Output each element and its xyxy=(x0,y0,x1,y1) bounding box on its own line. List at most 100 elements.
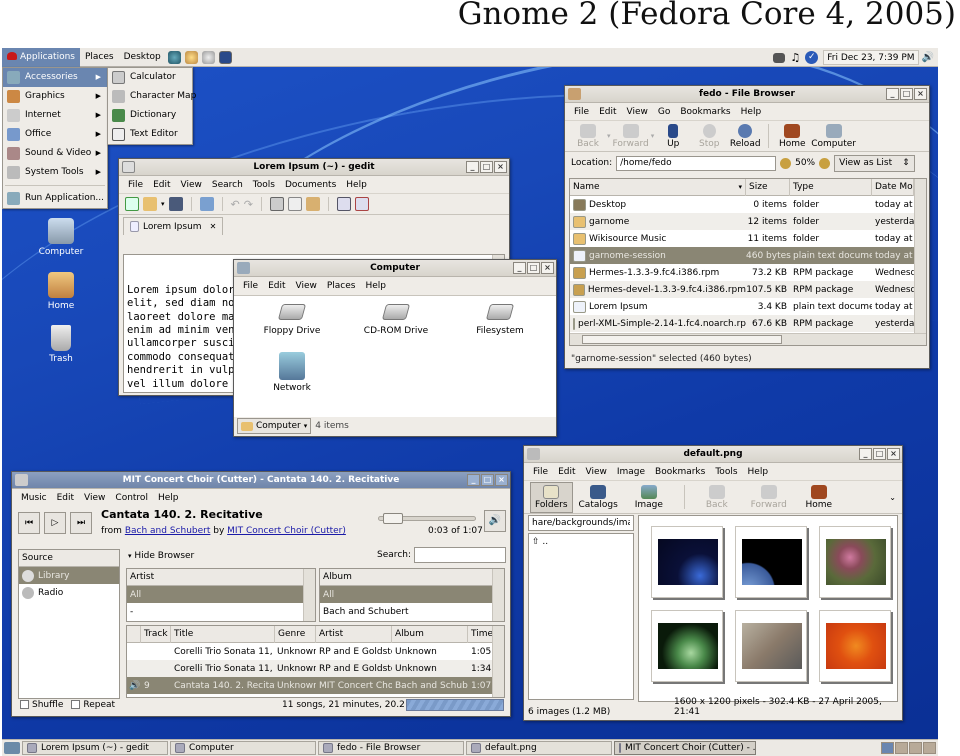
artist-item-all[interactable]: All xyxy=(127,586,315,603)
column-size[interactable]: Size xyxy=(746,179,790,196)
position-slider[interactable] xyxy=(378,513,476,524)
minimize-button[interactable]: _ xyxy=(467,474,480,486)
artist-item[interactable]: - xyxy=(127,603,315,620)
workspace-3[interactable] xyxy=(909,742,922,754)
minimize-button[interactable]: _ xyxy=(859,448,872,460)
menu-file[interactable]: File xyxy=(528,467,553,477)
computer-titlebar[interactable]: Computer _ □ × xyxy=(234,260,556,277)
column-date[interactable]: Date Modifi xyxy=(872,179,914,196)
print-icon[interactable] xyxy=(199,197,214,211)
file-row[interactable]: Hermes-devel-1.3.3-9.fc4.i386.rpm 107.5 K… xyxy=(570,281,926,298)
file-row[interactable]: Wikisource Music 11 items folder today at 6… xyxy=(570,230,926,247)
volume-button[interactable]: 🔊 xyxy=(484,510,506,532)
maximize-button[interactable]: □ xyxy=(527,262,540,274)
file-row[interactable]: Hermes-1.3.3-9.fc4.i386.rpm 73.2 KB RPM pa… xyxy=(570,264,926,281)
home-button[interactable]: Home xyxy=(799,484,839,510)
thumbnail-green-leaves[interactable] xyxy=(651,610,723,682)
thumbnail-pink-flowers[interactable] xyxy=(819,526,891,598)
artist-header[interactable]: Artist xyxy=(127,569,315,586)
minimize-button[interactable]: _ xyxy=(886,88,899,100)
back-button[interactable]: Back xyxy=(695,484,739,510)
menu-help[interactable]: Help xyxy=(153,493,184,503)
workspace-1[interactable] xyxy=(881,742,894,754)
track-row[interactable]: Corelli Trio Sonata 11, m2UnknownRP and … xyxy=(127,660,504,677)
thumbnail-space-blue[interactable] xyxy=(651,526,723,598)
source-library[interactable]: Library xyxy=(19,567,119,584)
menu-edit[interactable]: Edit xyxy=(52,493,79,503)
forward-button[interactable]: Forward xyxy=(745,484,793,510)
menu-search[interactable]: Search xyxy=(207,180,248,190)
track-row[interactable]: Corelli Trio Sonata 11, m3UnknownRP and … xyxy=(127,643,504,660)
taskbar-button[interactable]: MIT Concert Choir (Cutter) - ... xyxy=(614,741,756,755)
filesystem-item[interactable]: Filesystem xyxy=(462,304,538,336)
close-button[interactable]: × xyxy=(914,88,927,100)
menu-view[interactable]: View xyxy=(176,180,207,190)
album-item[interactable]: Bach and Schubert xyxy=(320,603,504,620)
hide-browser-toggle[interactable]: ▾ Hide Browser xyxy=(128,551,194,561)
menu-view[interactable]: View xyxy=(581,467,612,477)
floppy-drive-item[interactable]: Floppy Drive xyxy=(254,304,330,336)
workspace-4[interactable] xyxy=(923,742,936,754)
menu-bookmarks[interactable]: Bookmarks xyxy=(675,107,735,117)
close-button[interactable]: × xyxy=(541,262,554,274)
rhythmbox-titlebar[interactable]: MIT Concert Choir (Cutter) - Cantata 140… xyxy=(12,472,510,489)
file-row[interactable]: Desktop 0 items folder today at 6:4 xyxy=(570,196,926,213)
gthumb-titlebar[interactable]: default.png _ □ × xyxy=(524,446,902,463)
menu-item-office[interactable]: Office ▶ xyxy=(3,125,107,144)
menu-edit[interactable]: Edit xyxy=(148,180,175,190)
toolbar-overflow-chevron-icon[interactable]: ⌄ xyxy=(889,493,896,502)
menu-documents[interactable]: Documents xyxy=(280,180,341,190)
file-browser-titlebar[interactable]: fedo - File Browser _ □ × xyxy=(565,86,929,103)
computer-button[interactable]: Computer xyxy=(811,123,856,149)
music-note-icon[interactable]: ♫ xyxy=(790,51,800,64)
menu-edit[interactable]: Edit xyxy=(263,281,290,291)
network-item[interactable]: Network xyxy=(254,352,330,393)
play-button[interactable]: ▷ xyxy=(44,512,66,534)
menu-tools[interactable]: Tools xyxy=(248,180,280,190)
minimize-button[interactable]: _ xyxy=(513,262,526,274)
menu-help[interactable]: Help xyxy=(360,281,391,291)
album-header[interactable]: Album xyxy=(320,569,504,586)
taskbar-button[interactable]: Lorem Ipsum (~) - gedit xyxy=(22,741,168,755)
file-row[interactable]: perl-XML-Simple-2.14-1.fc4.noarch.rpm 67.… xyxy=(570,315,926,332)
menu-file[interactable]: File xyxy=(569,107,594,117)
slider-thumb[interactable] xyxy=(382,513,403,524)
desktop-icon-trash[interactable]: Trash xyxy=(26,325,96,364)
menu-item-dictionary[interactable]: Dictionary xyxy=(108,106,192,125)
menu-help[interactable]: Help xyxy=(341,180,372,190)
vertical-scrollbar[interactable] xyxy=(492,569,504,621)
file-row[interactable]: garnome-session 460 bytes plain text docum… xyxy=(570,247,926,264)
desktop-menu[interactable]: Desktop xyxy=(119,48,166,67)
menu-view[interactable]: View xyxy=(622,107,653,117)
close-button[interactable]: × xyxy=(887,448,900,460)
shuffle-checkbox[interactable]: Shuffle xyxy=(20,700,63,710)
office-icon[interactable] xyxy=(201,50,215,64)
menu-item-character-map[interactable]: Character Map xyxy=(108,87,196,106)
menu-help[interactable]: Help xyxy=(736,107,767,117)
menu-bookmarks[interactable]: Bookmarks xyxy=(650,467,710,477)
menu-view[interactable]: View xyxy=(291,281,322,291)
find-icon[interactable] xyxy=(336,197,351,211)
source-radio[interactable]: Radio xyxy=(19,584,119,601)
places-menu[interactable]: Places xyxy=(80,48,119,67)
undo-icon[interactable]: ↶ xyxy=(231,198,240,211)
terminal-icon[interactable] xyxy=(218,50,232,64)
tab-lorem-ipsum[interactable]: Lorem Ipsum ✕ xyxy=(123,217,224,235)
maximize-button[interactable]: □ xyxy=(873,448,886,460)
location-input[interactable] xyxy=(616,155,777,171)
clock[interactable]: Fri Dec 23, 7:39 PM xyxy=(823,50,919,65)
replace-icon[interactable] xyxy=(354,197,369,211)
menu-item-sound-video[interactable]: Sound & Video ▶ xyxy=(3,144,107,163)
close-tab-icon[interactable]: ✕ xyxy=(210,222,217,231)
open-folder-icon[interactable] xyxy=(143,197,157,211)
column-album[interactable]: Album xyxy=(392,626,468,643)
open-dropdown-icon[interactable]: ▾ xyxy=(161,200,165,208)
menu-file[interactable]: File xyxy=(123,180,148,190)
location-dropdown[interactable]: Computer ▾ xyxy=(237,418,312,434)
search-input[interactable] xyxy=(414,547,506,563)
track-row[interactable]: 🔊9Cantata 140. 2. RecitativeUnknownMIT C… xyxy=(127,677,504,694)
desktop-icon-home[interactable]: Home xyxy=(26,272,96,311)
copy-icon[interactable] xyxy=(287,197,302,211)
menu-item-text-editor[interactable]: Text Editor xyxy=(108,125,192,144)
album-link[interactable]: Bach and Schubert xyxy=(125,526,211,536)
